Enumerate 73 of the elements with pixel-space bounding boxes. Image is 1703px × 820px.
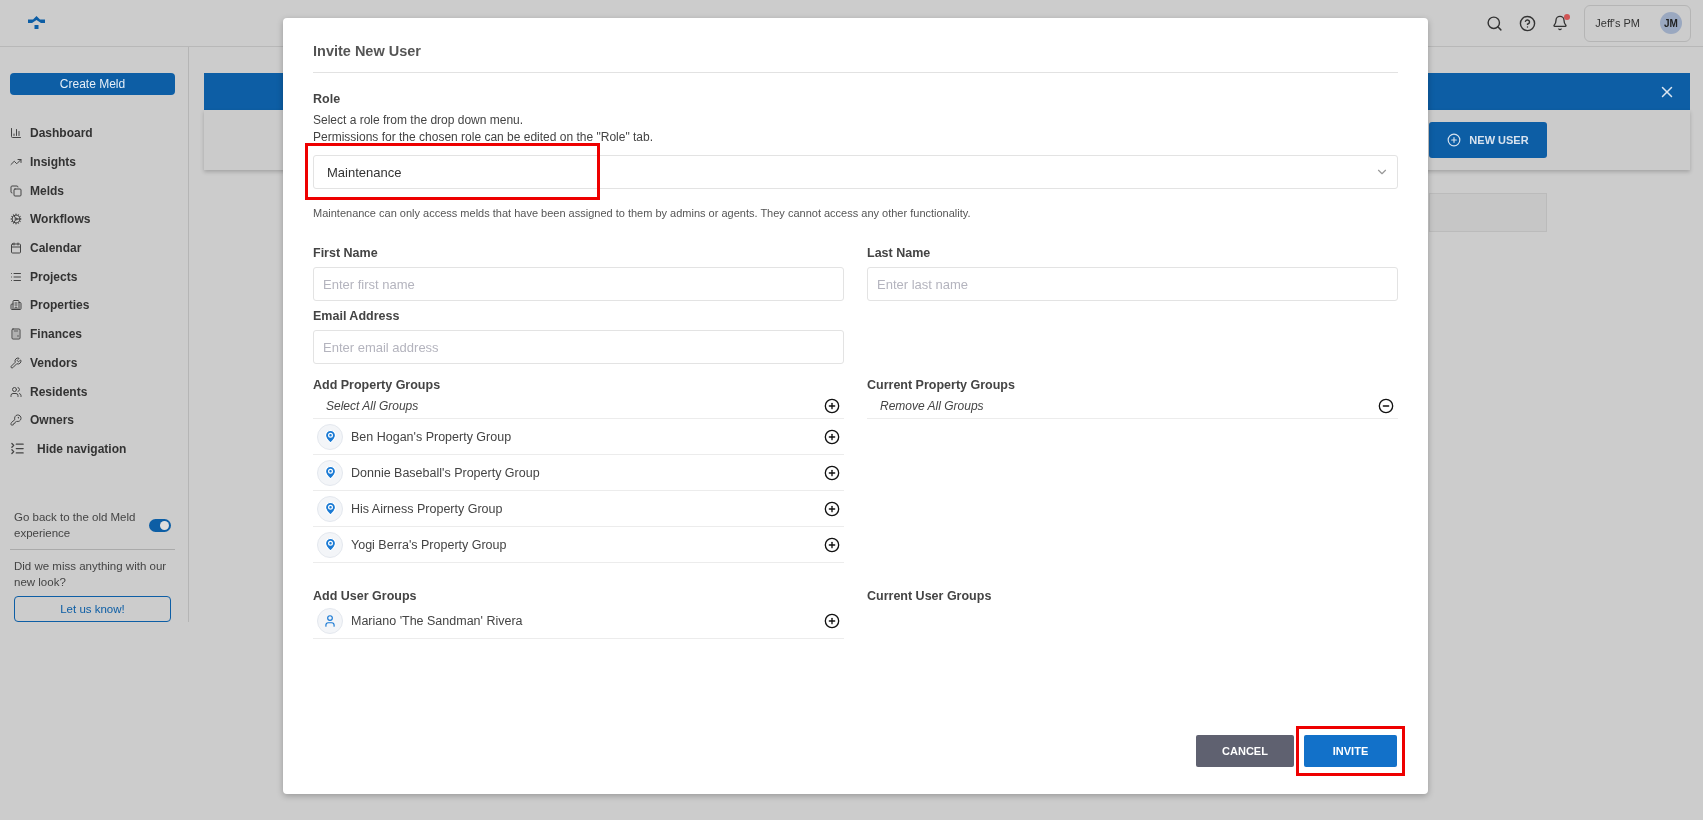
wrench-icon: [10, 356, 22, 369]
input-field[interactable]: Enter last name: [867, 267, 1398, 301]
remove-all-row[interactable]: Remove All Groups: [867, 394, 1398, 419]
toggle-label: Go back to the old Meld experience: [14, 510, 137, 542]
avatar: JM: [1660, 12, 1682, 34]
create-meld-button[interactable]: Create Meld: [10, 73, 175, 95]
nav-item[interactable]: Projects: [10, 262, 175, 292]
input-field[interactable]: Enter email address: [313, 330, 844, 364]
add-icon: [824, 612, 840, 629]
pin-icon: [317, 531, 343, 558]
nav-item[interactable]: Hide navigation: [10, 434, 175, 464]
nav-item[interactable]: Melds: [10, 176, 175, 206]
key-icon: [10, 414, 22, 427]
help-icon[interactable]: [1519, 14, 1537, 32]
role-help: Maintenance can only access melds that have been assigned to them by admins or agents. They cannot access any other functionality.: [313, 207, 972, 219]
user-group-row[interactable]: Mariano 'The Sandman' Rivera: [313, 603, 844, 639]
users-icon: [10, 385, 22, 398]
select-all-row[interactable]: Select All Groups: [313, 394, 844, 419]
invite-button[interactable]: INVITE: [1304, 735, 1397, 767]
dialog-title: Invite New User: [313, 18, 1398, 73]
section-label: Add User Groups: [313, 589, 418, 603]
plus-icon: [1447, 133, 1462, 147]
calendar-icon: [10, 242, 22, 255]
property-group-row[interactable]: Donnie Baseball's Property Group: [313, 455, 844, 491]
section-label: Add Property Groups: [313, 378, 442, 392]
nav-item[interactable]: Calendar: [10, 233, 175, 263]
property-group-row[interactable]: His Airness Property Group: [313, 491, 844, 527]
nav-item[interactable]: Workflows: [10, 205, 175, 234]
field-label: First Name: [313, 246, 379, 260]
pin-icon: [317, 495, 343, 522]
gears-icon: [10, 213, 22, 226]
logo-icon[interactable]: [28, 16, 45, 30]
search-icon[interactable]: [1486, 14, 1504, 32]
nav-item[interactable]: Properties: [10, 291, 175, 320]
cancel-button[interactable]: CANCEL: [1196, 735, 1294, 767]
bell-icon[interactable]: [1552, 15, 1569, 31]
buildings-icon: [10, 299, 22, 312]
calculator-icon: [10, 328, 22, 341]
input-field[interactable]: Enter first name: [313, 267, 844, 301]
role-description: Select a role from the drop down menu.: [313, 112, 525, 129]
add-icon: [824, 500, 840, 517]
collapse-icon: [10, 441, 25, 457]
pin-icon: [317, 423, 343, 450]
add-icon: [824, 464, 840, 481]
account-menu[interactable]: Jeff's PM JM: [1584, 4, 1691, 42]
nav-item[interactable]: Insights: [10, 147, 175, 177]
remove-icon: [1378, 398, 1394, 414]
list-icon: [10, 270, 22, 283]
section-label: Current Property Groups: [867, 378, 1016, 392]
toggle-switch[interactable]: [149, 518, 171, 532]
feedback-text: Did we miss anything with our new look?: [13, 559, 168, 591]
copy-icon: [10, 184, 22, 197]
role-description: Permissions for the chosen role can be edited on the "Role" tab.: [313, 129, 655, 146]
property-group-row[interactable]: Yogi Berra's Property Group: [313, 527, 844, 563]
field-label: Email Address: [313, 309, 401, 323]
role-select[interactable]: Maintenance: [313, 155, 1398, 189]
nav-item[interactable]: Owners: [10, 405, 175, 435]
section-label: Current User Groups: [867, 589, 993, 603]
add-icon: [824, 428, 840, 445]
new-user-button[interactable]: NEW USER: [1429, 122, 1547, 158]
nav-item[interactable]: Dashboard: [10, 119, 175, 148]
user-icon: [317, 607, 343, 634]
pin-icon: [317, 459, 343, 486]
property-group-row[interactable]: Ben Hogan's Property Group: [313, 419, 844, 455]
role-label: Role: [313, 92, 342, 106]
chart-icon: [10, 127, 22, 140]
feedback-button[interactable]: Let us know!: [14, 596, 171, 622]
field-label: Last Name: [867, 246, 932, 260]
nav-item[interactable]: Finances: [10, 319, 175, 349]
add-icon: [824, 398, 840, 414]
nav-item[interactable]: Residents: [10, 377, 175, 406]
add-icon: [824, 536, 840, 553]
nav-item[interactable]: Vendors: [10, 348, 175, 378]
